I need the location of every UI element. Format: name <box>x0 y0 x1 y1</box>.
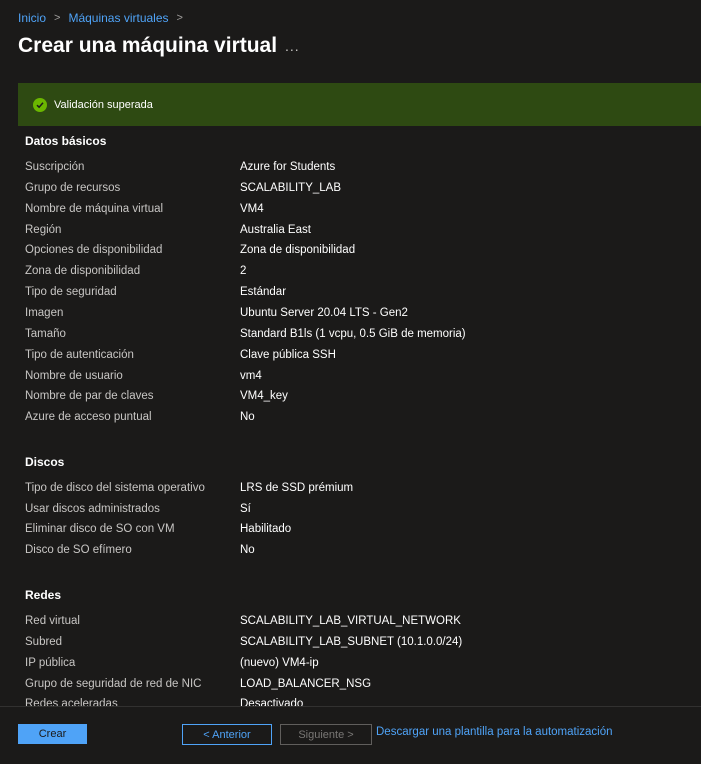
row-label: Tamaño <box>25 328 66 340</box>
previous-button[interactable]: < Anterior <box>182 724 272 745</box>
validation-message: Validación superada <box>54 98 153 111</box>
row-value: (nuevo) VM4-ip <box>240 657 319 669</box>
row-label: Imagen <box>25 307 64 319</box>
page-title: Crear una máquina virtual <box>18 34 278 57</box>
row-value: Sí <box>240 503 251 515</box>
row-value: Ubuntu Server 20.04 LTS - Gen2 <box>240 307 408 319</box>
review-content: Datos básicos Suscripción Azure for Stud… <box>0 126 701 706</box>
download-template-link[interactable]: Descargar una plantilla para la automati… <box>376 726 613 738</box>
row-value: Estándar <box>240 286 287 298</box>
row-label: Zona de disponibilidad <box>25 265 141 277</box>
row-value: Desactivado <box>240 698 304 706</box>
row-label: IP pública <box>25 657 76 669</box>
row-label: Grupo de recursos <box>25 182 121 194</box>
row-value: Zona de disponibilidad <box>240 244 356 256</box>
footer-bar: Crear < Anterior Siguiente > Descargar u… <box>0 706 701 764</box>
row-value: 2 <box>240 265 247 277</box>
validation-banner: Validación superada <box>18 83 701 126</box>
row-value: SCALABILITY_LAB_VIRTUAL_NETWORK <box>240 615 461 627</box>
row-label: Azure de acceso puntual <box>25 411 152 423</box>
row-label: Disco de SO efímero <box>25 544 132 556</box>
chevron-right-icon: > <box>54 12 61 24</box>
row-label: Nombre de usuario <box>25 370 123 382</box>
row-label: Nombre de par de claves <box>25 390 154 402</box>
row-label: Nombre de máquina virtual <box>25 203 164 215</box>
breadcrumb-virtual-machines-link[interactable]: Máquinas virtuales <box>68 11 168 25</box>
row-label: Usar discos administrados <box>25 503 160 515</box>
row-value: SCALABILITY_LAB <box>240 182 341 194</box>
row-label: Tipo de disco del sistema operativo <box>25 482 205 494</box>
checkmark-circle-icon <box>33 97 47 112</box>
row-label: Tipo de autenticación <box>25 349 134 361</box>
row-value: No <box>240 411 255 423</box>
row-value: Habilitado <box>240 523 292 535</box>
section-title-disks: Discos <box>25 455 65 469</box>
row-value: vm4 <box>240 370 262 382</box>
row-value: No <box>240 544 255 556</box>
row-label: Tipo de seguridad <box>25 286 117 298</box>
row-value: VM4_key <box>240 390 288 402</box>
section-title-networking: Redes <box>25 588 62 602</box>
section-title-basics: Datos básicos <box>25 134 107 148</box>
row-value: LOAD_BALANCER_NSG <box>240 678 372 690</box>
breadcrumb: Inicio > Máquinas virtuales > <box>18 11 185 25</box>
row-label: Región <box>25 224 62 236</box>
row-value: Australia East <box>240 224 311 236</box>
row-label: Subred <box>25 636 63 648</box>
next-button: Siguiente > <box>280 724 372 745</box>
row-label: Opciones de disponibilidad <box>25 244 163 256</box>
row-value: Standard B1ls (1 vcpu, 0.5 GiB de memori… <box>240 328 466 340</box>
ellipsis-icon[interactable]: ... <box>285 38 300 54</box>
row-label: Redes aceleradas <box>25 698 118 706</box>
breadcrumb-home-link[interactable]: Inicio <box>18 11 46 25</box>
row-value: LRS de SSD prémium <box>240 482 354 494</box>
row-value: Azure for Students <box>240 161 336 173</box>
row-label: Eliminar disco de SO con VM <box>25 523 175 535</box>
row-label: Red virtual <box>25 615 80 627</box>
row-value: VM4 <box>240 203 264 215</box>
row-value: Clave pública SSH <box>240 349 336 361</box>
chevron-right-icon: > <box>176 12 183 24</box>
row-value: SCALABILITY_LAB_SUBNET (10.1.0.0/24) <box>240 636 463 648</box>
create-button[interactable]: Crear <box>18 724 87 744</box>
row-label: Suscripción <box>25 161 85 173</box>
row-label: Grupo de seguridad de red de NIC <box>25 678 202 690</box>
